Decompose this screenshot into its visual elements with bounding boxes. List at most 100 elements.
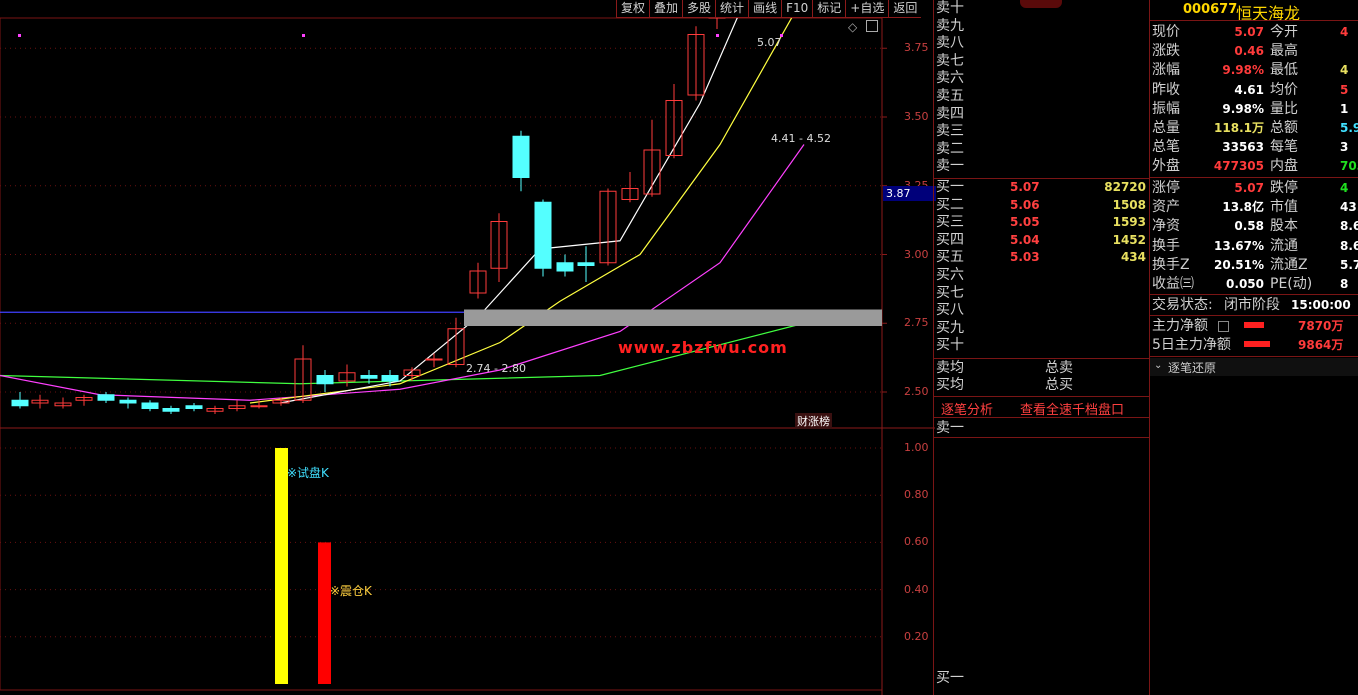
box-bottom-annotation: 2.74 - 2.80 bbox=[466, 362, 526, 375]
quote-value: 5.07 bbox=[1234, 25, 1264, 39]
quote-divider bbox=[1150, 20, 1358, 21]
doc-icon[interactable] bbox=[1218, 321, 1229, 332]
chart-toolbar: 复权 叠加 多股 统计 画线 F10 标记 +自选 返回 bbox=[616, 0, 922, 18]
panel-divider-2 bbox=[1149, 0, 1150, 695]
buy-level-price: 5.05 bbox=[1010, 215, 1040, 230]
buy-level-label: 买一 bbox=[936, 179, 964, 195]
quote-label: 均价 bbox=[1270, 81, 1298, 98]
current-price-marker: 3.87 bbox=[883, 186, 936, 201]
chevron-down-icon[interactable]: ⌄ bbox=[1154, 360, 1162, 371]
kline-chart[interactable] bbox=[0, 0, 935, 695]
quote-value: 13.8亿 bbox=[1222, 200, 1264, 215]
quote-value: 1 bbox=[1340, 101, 1349, 116]
quote-label: 今开 bbox=[1270, 24, 1298, 40]
quote-label: PE(动) bbox=[1270, 276, 1313, 292]
buy-level-price: 5.04 bbox=[1010, 232, 1040, 247]
back-button[interactable]: 返回 bbox=[888, 0, 922, 18]
buy-level-label: 买九 bbox=[936, 319, 964, 336]
watermark: www.zbzfwu.com bbox=[618, 338, 788, 357]
signal-bars bbox=[275, 448, 331, 684]
quote-value: 4 bbox=[1340, 63, 1349, 78]
mark-button[interactable]: 标记 bbox=[812, 0, 846, 18]
sub-axis-label: 0.20 bbox=[904, 629, 929, 643]
tick-restore-label[interactable]: 逐笔还原 bbox=[1168, 359, 1216, 376]
price-axis-label: 2.50 bbox=[904, 385, 929, 398]
sub-axis-label: 0.60 bbox=[904, 535, 929, 549]
quote-label: 换手 bbox=[1152, 237, 1180, 254]
quote-value: 3 bbox=[1340, 140, 1349, 155]
quote-value: 703 bbox=[1340, 159, 1358, 174]
full-depth-link[interactable]: 查看全速千档盘口 bbox=[1020, 399, 1124, 418]
overlay-button[interactable]: 叠加 bbox=[649, 0, 683, 18]
quote-value: 0.46 bbox=[1234, 44, 1264, 59]
quote-value: 5 bbox=[1340, 82, 1349, 97]
price-axis-label: 3.75 bbox=[904, 41, 929, 55]
collapse-tab[interactable] bbox=[1020, 0, 1062, 8]
trade-time: 15:00:00 bbox=[1291, 298, 1351, 312]
trial-k-label: ※试盘K bbox=[287, 466, 329, 480]
buy-level-price: 5.03 bbox=[1010, 250, 1040, 265]
five-day-bar bbox=[1244, 341, 1270, 347]
draw-line-button[interactable]: 画线 bbox=[748, 0, 782, 18]
candle-body bbox=[185, 405, 203, 409]
candle-body bbox=[534, 201, 552, 269]
signal-dot bbox=[716, 34, 719, 37]
sub-axis-label: 0.40 bbox=[904, 582, 929, 596]
quote-divider-5 bbox=[1150, 356, 1358, 357]
buy-level-label: 买二 bbox=[936, 196, 964, 213]
quote-divider-4 bbox=[1150, 315, 1358, 316]
book-divider-5 bbox=[934, 437, 1149, 438]
price-grid bbox=[0, 47, 887, 393]
quote-value: 5.9 bbox=[1340, 121, 1358, 135]
price-axis-label: 3.50 bbox=[904, 110, 929, 123]
buy-level-volume: 1508 bbox=[1112, 197, 1146, 212]
fuquan-button[interactable]: 复权 bbox=[616, 0, 650, 18]
trade-status-label: 交易状态: bbox=[1152, 297, 1213, 313]
badge-label: 财涨榜 bbox=[795, 413, 832, 429]
buy-level-label: 买四 bbox=[936, 231, 964, 248]
quote-value: 33563 bbox=[1222, 140, 1264, 155]
quote-label: 换手Z bbox=[1152, 256, 1190, 273]
buy-level-price: 5.07 bbox=[1010, 180, 1040, 194]
add-watchlist-button[interactable]: +自选 bbox=[845, 0, 889, 18]
diamond-icon[interactable]: ◇ bbox=[848, 20, 857, 34]
tick-analysis-link[interactable]: 逐笔分析 bbox=[941, 399, 993, 418]
total-buy-label: 总买 bbox=[1045, 377, 1073, 393]
quote-value: 4 bbox=[1340, 25, 1349, 39]
multi-stock-button[interactable]: 多股 bbox=[682, 0, 716, 18]
stats-button[interactable]: 统计 bbox=[715, 0, 749, 18]
f10-button[interactable]: F10 bbox=[781, 0, 813, 18]
sell-level-label: 卖八 bbox=[936, 35, 964, 52]
buy-level-label: 买六 bbox=[936, 267, 964, 283]
window-icon[interactable] bbox=[866, 20, 878, 32]
high-annotation: 5.07 bbox=[757, 36, 782, 49]
candle-body bbox=[11, 399, 29, 407]
sub-grid bbox=[0, 447, 882, 638]
ma20-line bbox=[0, 144, 805, 401]
quote-value: 477305 bbox=[1213, 159, 1264, 174]
main-net-bar bbox=[1244, 322, 1264, 328]
quote-label: 内盘 bbox=[1270, 158, 1298, 175]
trade-status-value: 闭市阶段 bbox=[1224, 297, 1280, 313]
quote-label: 外盘 bbox=[1152, 158, 1180, 175]
candle-body bbox=[250, 405, 268, 408]
sell-level-label: 卖三 bbox=[936, 123, 964, 140]
candle-body bbox=[381, 375, 399, 382]
quote-label: 市值 bbox=[1270, 199, 1298, 216]
signal-dot bbox=[18, 34, 21, 37]
main-net-label: 主力净额 bbox=[1152, 318, 1208, 334]
quote-label: 最低 bbox=[1270, 62, 1298, 79]
quote-label: 资产 bbox=[1152, 199, 1180, 216]
price-axis-label: 2.75 bbox=[904, 316, 929, 330]
quote-label: 股本 bbox=[1270, 218, 1298, 235]
box-top-annotation: 4.41 - 4.52 bbox=[771, 132, 831, 145]
quote-label: 昨收 bbox=[1152, 81, 1180, 98]
quote-value: 43. bbox=[1340, 200, 1358, 215]
five-day-value: 9864万 bbox=[1298, 338, 1344, 352]
quote-value: 0.050 bbox=[1226, 277, 1264, 291]
sell-level-label: 卖七 bbox=[936, 52, 964, 69]
quote-label: 涨跌 bbox=[1152, 43, 1180, 60]
buy-level-label: 买十 bbox=[936, 337, 964, 354]
candle-body bbox=[512, 135, 530, 178]
quote-value: 8.6 bbox=[1340, 219, 1358, 234]
